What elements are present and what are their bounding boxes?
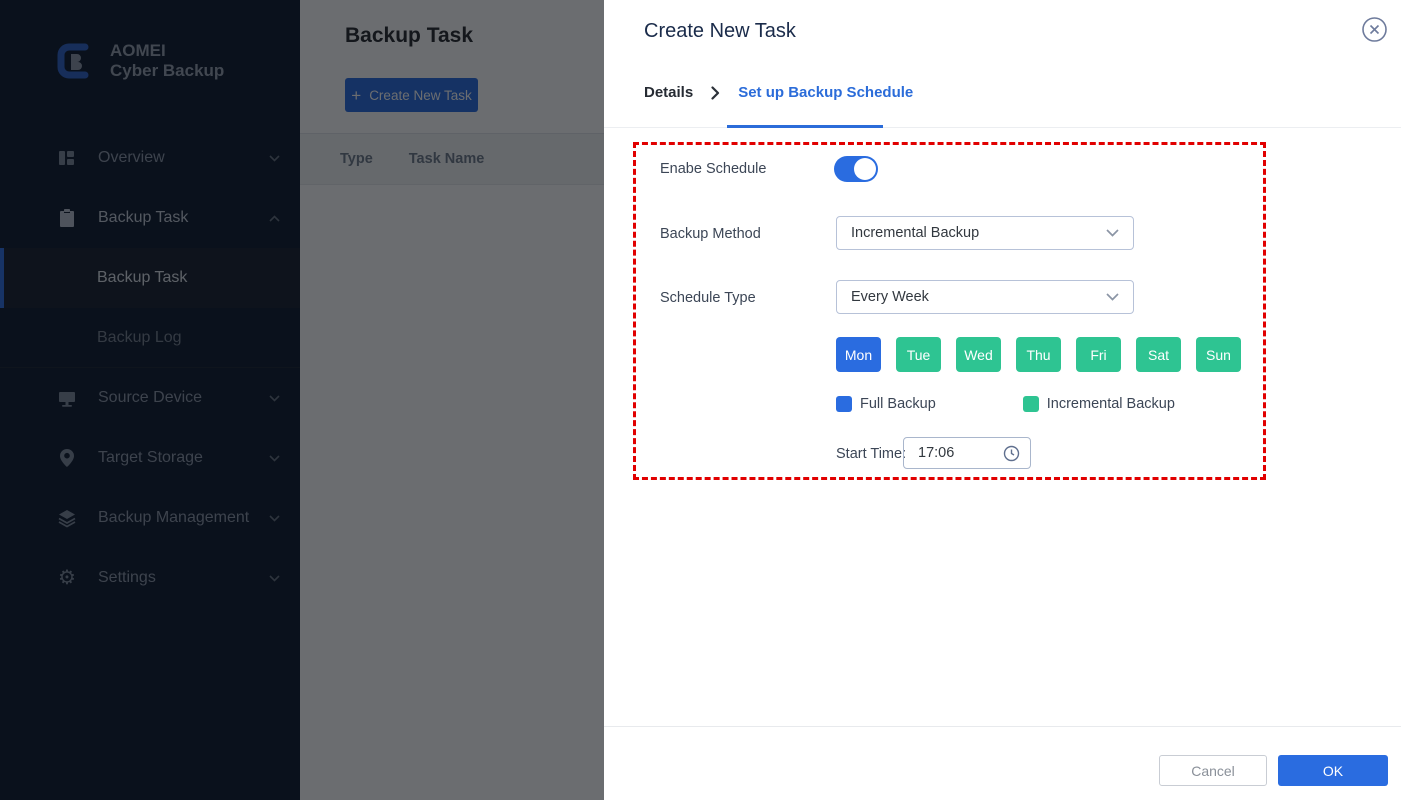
day-button-fri[interactable]: Fri (1076, 337, 1121, 372)
ok-button[interactable]: OK (1278, 755, 1388, 786)
backup-method-label: Backup Method (660, 226, 761, 242)
modal-title: Create New Task (644, 20, 796, 43)
backup-method-select[interactable]: Incremental Backup (836, 216, 1134, 250)
start-time-value: 17:06 (918, 445, 954, 461)
enable-schedule-label: Enabe Schedule (660, 161, 766, 177)
backup-type-legend: Full Backup Incremental Backup (836, 396, 1175, 412)
day-button-thu[interactable]: Thu (1016, 337, 1061, 372)
schedule-type-label: Schedule Type (660, 290, 756, 306)
backup-method-value: Incremental Backup (851, 225, 979, 241)
schedule-type-select[interactable]: Every Week (836, 280, 1134, 314)
clock-icon (1003, 445, 1020, 462)
incremental-backup-checkbox[interactable] (1023, 396, 1039, 412)
close-icon[interactable] (1361, 16, 1388, 43)
tabs-divider (604, 127, 1401, 128)
app-window: AOMEI Cyber Backup Overview Backup Task (0, 0, 1401, 800)
chevron-right-icon (711, 86, 720, 100)
day-button-tue[interactable]: Tue (896, 337, 941, 372)
toggle-knob (854, 158, 876, 180)
incremental-backup-label: Incremental Backup (1047, 396, 1175, 412)
day-button-sun[interactable]: Sun (1196, 337, 1241, 372)
day-button-wed[interactable]: Wed (956, 337, 1001, 372)
active-tab-underline (727, 125, 883, 128)
chevron-down-icon (1106, 229, 1119, 237)
start-time-input[interactable]: 17:06 (903, 437, 1031, 469)
full-backup-label: Full Backup (860, 396, 936, 412)
tab-details[interactable]: Details (644, 84, 693, 101)
day-button-sat[interactable]: Sat (1136, 337, 1181, 372)
schedule-type-value: Every Week (851, 289, 929, 305)
create-new-task-modal: Create New Task Details Set up Backup Sc… (604, 0, 1401, 800)
wizard-steps: Details Set up Backup Schedule (644, 84, 913, 101)
full-backup-checkbox[interactable] (836, 396, 852, 412)
day-button-mon[interactable]: Mon (836, 337, 881, 372)
cancel-button[interactable]: Cancel (1159, 755, 1267, 786)
footer-divider (604, 726, 1401, 727)
chevron-down-icon (1106, 293, 1119, 301)
tab-set-up-backup-schedule[interactable]: Set up Backup Schedule (738, 84, 913, 101)
start-time-label: Start Time: (836, 446, 906, 462)
weekday-selector: Mon Tue Wed Thu Fri Sat Sun (836, 337, 1241, 372)
enable-schedule-toggle[interactable] (834, 156, 878, 182)
